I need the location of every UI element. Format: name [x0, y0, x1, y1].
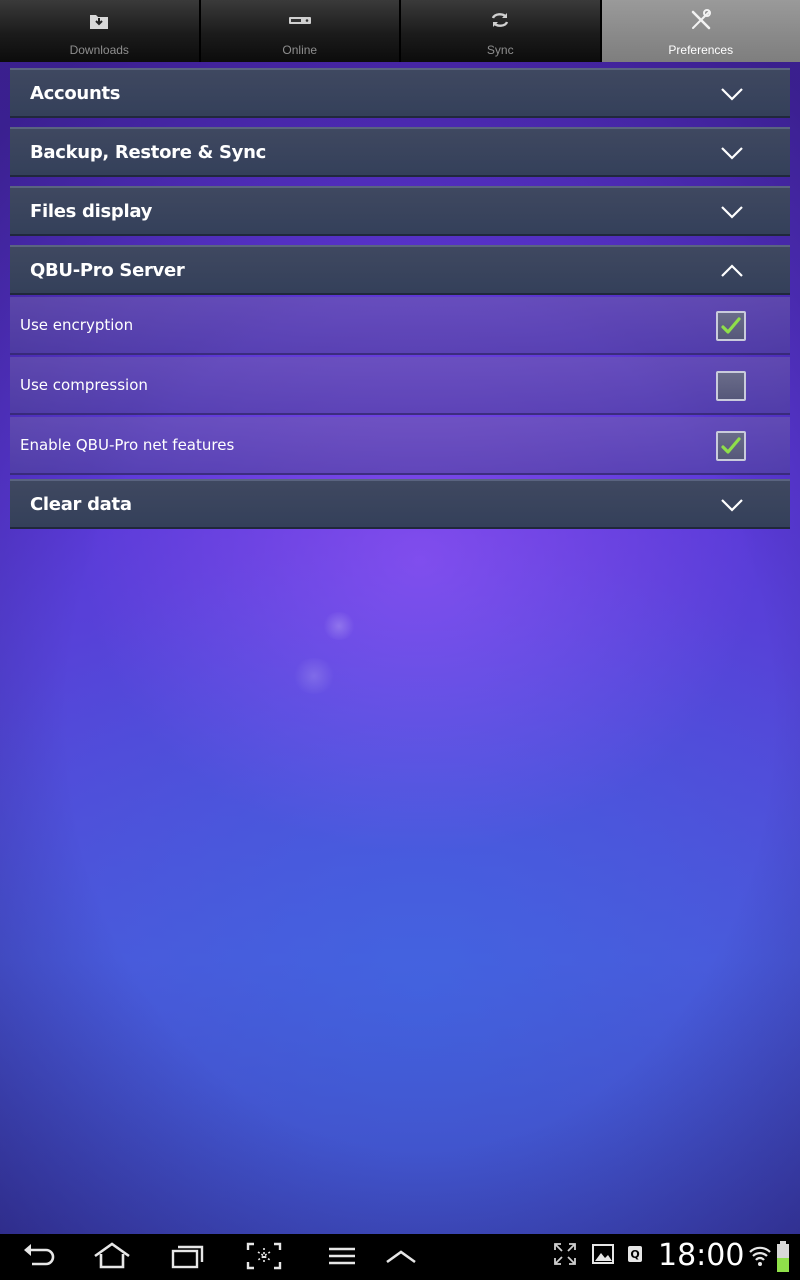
- chevron-down-icon: [721, 88, 743, 101]
- preferences-list: Accounts Backup, Restore & Sync Files di…: [10, 68, 790, 538]
- tab-sync[interactable]: Sync: [401, 0, 602, 62]
- checkmark-icon: [721, 317, 741, 334]
- checkmark-icon: [721, 437, 741, 454]
- system-navigation-bar: Q 18:00: [0, 1234, 800, 1280]
- option-row-use-encryption[interactable]: Use encryption: [10, 297, 790, 355]
- tab-label: Online: [282, 43, 318, 57]
- chevron-down-icon: [721, 499, 743, 512]
- tab-downloads[interactable]: Downloads: [0, 0, 201, 62]
- section-clear-data[interactable]: Clear data: [10, 479, 790, 529]
- tab-preferences[interactable]: Preferences: [601, 0, 800, 62]
- chevron-down-icon: [721, 147, 743, 160]
- wifi-icon: [749, 1246, 771, 1266]
- clock: 18:00: [658, 1238, 745, 1273]
- download-icon: [90, 15, 109, 29]
- tab-label: Downloads: [69, 43, 129, 57]
- gallery-icon[interactable]: [591, 1242, 615, 1266]
- section-title: QBU-Pro Server: [30, 259, 185, 281]
- enable-net-features-checkbox[interactable]: [716, 431, 746, 461]
- section-backup-restore-sync[interactable]: Backup, Restore & Sync: [10, 127, 790, 177]
- chevron-down-icon: [721, 206, 743, 219]
- recent-apps-icon[interactable]: [170, 1242, 206, 1270]
- use-compression-checkbox[interactable]: [716, 371, 746, 401]
- background-glow: [292, 658, 336, 694]
- tools-icon: [691, 9, 711, 30]
- option-row-use-compression[interactable]: Use compression: [10, 357, 790, 415]
- option-label: Use encryption: [20, 316, 134, 334]
- section-title: Clear data: [30, 493, 132, 515]
- chevron-up-icon: [721, 264, 743, 277]
- tab-bar: Downloads Online Sync Preferences: [0, 0, 800, 62]
- section-files-display[interactable]: Files display: [10, 186, 790, 236]
- up-icon[interactable]: [384, 1242, 418, 1270]
- battery-icon: [777, 1241, 789, 1272]
- option-label: Use compression: [20, 376, 148, 394]
- section-title: Files display: [30, 200, 153, 222]
- section-accounts[interactable]: Accounts: [10, 68, 790, 118]
- back-icon[interactable]: [22, 1242, 56, 1270]
- tab-label: Preferences: [668, 43, 734, 57]
- section-title: Backup, Restore & Sync: [30, 141, 266, 163]
- svg-text:Q: Q: [630, 1248, 639, 1261]
- sync-icon: [492, 13, 509, 27]
- app-notification-icon[interactable]: Q: [627, 1242, 643, 1266]
- home-icon[interactable]: [92, 1242, 132, 1270]
- use-encryption-checkbox[interactable]: [716, 311, 746, 341]
- section-title: Accounts: [30, 82, 121, 104]
- background-glow: [322, 612, 356, 640]
- server-icon: [288, 17, 311, 24]
- section-qbu-pro-server[interactable]: QBU-Pro Server: [10, 245, 790, 295]
- screenshot-icon[interactable]: [246, 1242, 282, 1270]
- option-row-enable-net-features[interactable]: Enable QBU-Pro net features: [10, 417, 790, 475]
- option-label: Enable QBU-Pro net features: [20, 436, 235, 454]
- menu-icon[interactable]: [327, 1242, 357, 1270]
- tab-label: Sync: [486, 43, 514, 57]
- tab-online[interactable]: Online: [200, 0, 401, 62]
- fullscreen-icon[interactable]: [553, 1242, 577, 1266]
